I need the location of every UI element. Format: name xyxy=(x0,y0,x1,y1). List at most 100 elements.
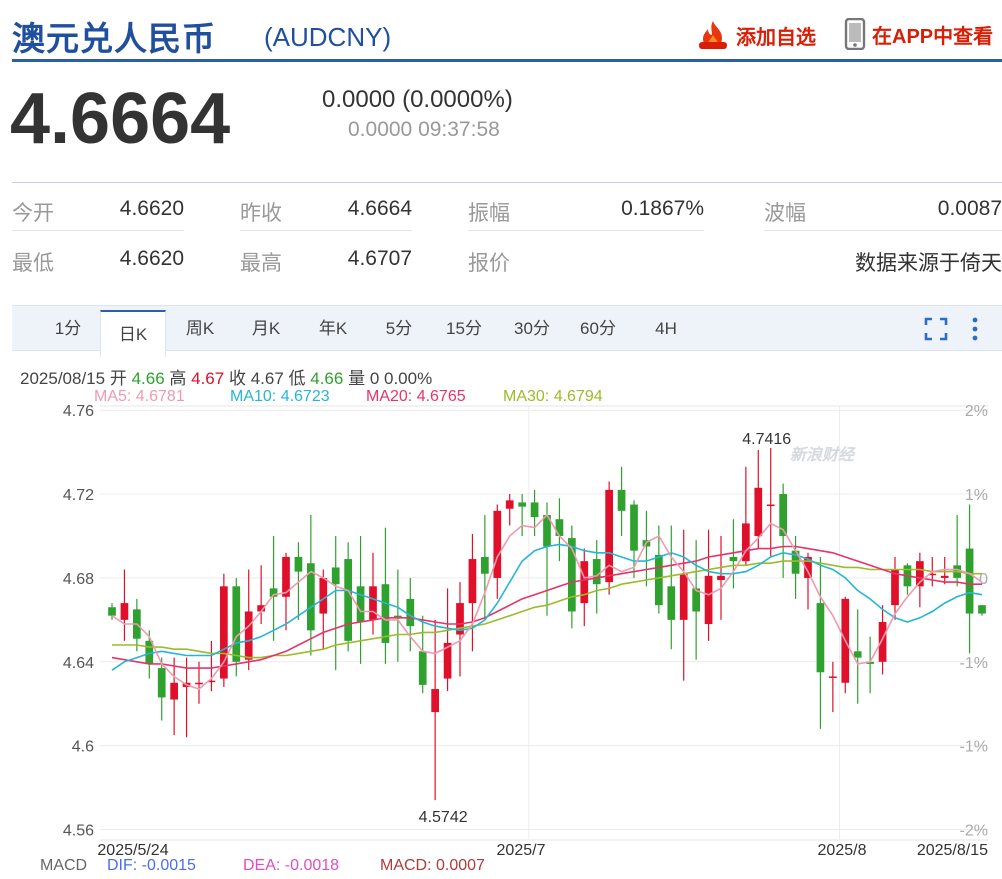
macd-dif: DIF: -0.0015 xyxy=(107,857,196,874)
min-annotation: 4.5742 xyxy=(419,809,468,826)
more-vertical-icon[interactable] xyxy=(970,317,980,346)
open-value: 4.66 xyxy=(131,369,165,388)
right-tick-label: -2% xyxy=(960,823,988,840)
stat-label: 最低 xyxy=(12,252,54,275)
close-label: 收 xyxy=(228,369,246,388)
flame-icon xyxy=(696,18,730,52)
stat-value: 4.6620 xyxy=(119,247,184,270)
stat-prev-close: 昨收 4.6664 xyxy=(240,183,412,231)
stat-label: 振幅 xyxy=(468,202,510,225)
candle-body xyxy=(108,607,116,616)
right-tick-label: -1% xyxy=(960,655,988,672)
stat-quote: 报价 xyxy=(468,233,704,281)
tab-30min[interactable]: 30分 xyxy=(500,306,564,351)
y-tick-label: 4.64 xyxy=(63,655,94,672)
candle-body xyxy=(617,489,626,511)
symbol-code: (AUDCNY) xyxy=(264,22,392,52)
candle-body xyxy=(829,676,837,678)
right-tick-label: 2% xyxy=(965,403,988,420)
tab-1min[interactable]: 1分 xyxy=(40,306,96,351)
tab-5min[interactable]: 5分 xyxy=(372,306,426,351)
candle-body xyxy=(331,567,340,585)
bar-info: 2025/08/15 开 4.66 高 4.67 收 4.67 低 4.66 量… xyxy=(20,364,432,389)
candle-body xyxy=(232,586,241,662)
candle-body xyxy=(505,500,514,509)
stat-open: 今开 4.6620 xyxy=(12,183,184,231)
candlestick-chart[interactable]: 4.76 2%4.72 1%4.68 04.64 -1%4.6 -1%4.56 -2%新浪财… xyxy=(0,400,1002,860)
tab-15min[interactable]: 15分 xyxy=(432,306,496,351)
candle-body xyxy=(319,577,328,614)
bar-date: 2025/08/15 xyxy=(20,369,106,388)
candle-body xyxy=(493,510,502,578)
candle-body xyxy=(630,504,638,551)
close-value: 4.67 xyxy=(250,369,284,388)
stat-label: 波幅 xyxy=(764,202,806,225)
stat-low: 最低 4.6620 xyxy=(12,233,184,281)
candle-body xyxy=(356,586,365,622)
x-tick-label: 2025/8/15 xyxy=(917,842,988,859)
stat-label: 最高 xyxy=(240,252,282,275)
open-in-app-button[interactable]: 在APP中查看 xyxy=(844,18,993,50)
stat-value: 数据来源于倚天 xyxy=(855,252,1002,275)
price-change-time: 0.0000 09:37:58 xyxy=(348,118,500,141)
stat-label: 报价 xyxy=(468,252,510,275)
candle-body xyxy=(369,586,377,620)
stat-value: 4.6620 xyxy=(119,197,184,220)
high-value: 4.67 xyxy=(191,369,225,388)
candle-body xyxy=(381,584,390,643)
stat-value: 4.6707 xyxy=(347,247,412,270)
candle-body xyxy=(940,575,949,578)
y-tick-label: 4.76 xyxy=(63,403,94,420)
candle-body xyxy=(344,559,352,641)
candle-body xyxy=(244,611,253,660)
add-favorite-label: 添加自选 xyxy=(736,26,816,49)
candle-body xyxy=(170,682,178,700)
candle-body xyxy=(555,519,564,536)
tab-weekly[interactable]: 周K xyxy=(170,306,230,351)
x-tick-label: 2025/8 xyxy=(818,842,867,859)
current-price: 4.6664 xyxy=(10,79,231,159)
candle-body xyxy=(965,548,974,614)
candle-body xyxy=(766,504,775,507)
right-tick-label: -1% xyxy=(960,739,988,756)
add-favorite-button[interactable]: 添加自选 xyxy=(696,18,816,52)
stat-amplitude: 振幅 0.1867% xyxy=(468,183,704,231)
tab-yearly[interactable]: 年K xyxy=(302,306,364,351)
y-tick-label: 4.72 xyxy=(63,487,94,504)
open-in-app-label: 在APP中查看 xyxy=(872,25,994,48)
high-label: 高 xyxy=(169,369,187,388)
open-label: 开 xyxy=(109,369,127,388)
y-tick-label: 4.56 xyxy=(63,823,94,840)
candle-body xyxy=(294,556,303,572)
candle-body xyxy=(816,603,825,673)
fullscreen-icon[interactable] xyxy=(924,317,948,346)
volume-label: 量 xyxy=(348,369,366,388)
price-change: 0.0000 (0.0000%) xyxy=(322,86,513,113)
macd-dea: DEA: -0.0018 xyxy=(243,857,340,874)
stat-value: 4.6664 xyxy=(347,197,412,220)
page-title: 澳元兑人民币 xyxy=(12,20,216,57)
candle-body xyxy=(418,651,427,685)
y-tick-label: 4.68 xyxy=(63,571,94,588)
phone-icon xyxy=(844,18,866,50)
max-annotation: 4.7416 xyxy=(742,431,791,448)
low-label: 低 xyxy=(288,369,306,388)
period-tabs: 1分 日K 周K 月K 年K 5分 15分 30分 60分 4H xyxy=(12,305,1002,357)
tab-daily[interactable]: 日K xyxy=(100,310,166,357)
stat-label: 昨收 xyxy=(240,202,282,225)
x-tick-label: 2025/7 xyxy=(497,842,546,859)
candle-body xyxy=(157,668,166,698)
candle-body xyxy=(530,502,539,518)
page-header: 澳元兑人民币 (AUDCNY) 添加自选 在APP中查看 xyxy=(12,0,1002,62)
candle-body xyxy=(679,573,688,620)
tab-4h[interactable]: 4H xyxy=(638,306,694,351)
tab-60min[interactable]: 60分 xyxy=(566,306,630,351)
quote-stats: 今开 4.6620 昨收 4.6664 振幅 0.1867% 波幅 0.0087… xyxy=(12,182,1002,282)
candle-body xyxy=(120,603,129,620)
stat-label: 今开 xyxy=(12,202,54,225)
candle-body xyxy=(431,689,439,713)
candle-body xyxy=(406,598,415,627)
candle-body xyxy=(468,559,477,604)
tab-monthly[interactable]: 月K xyxy=(236,306,296,351)
candle-body xyxy=(878,621,887,662)
